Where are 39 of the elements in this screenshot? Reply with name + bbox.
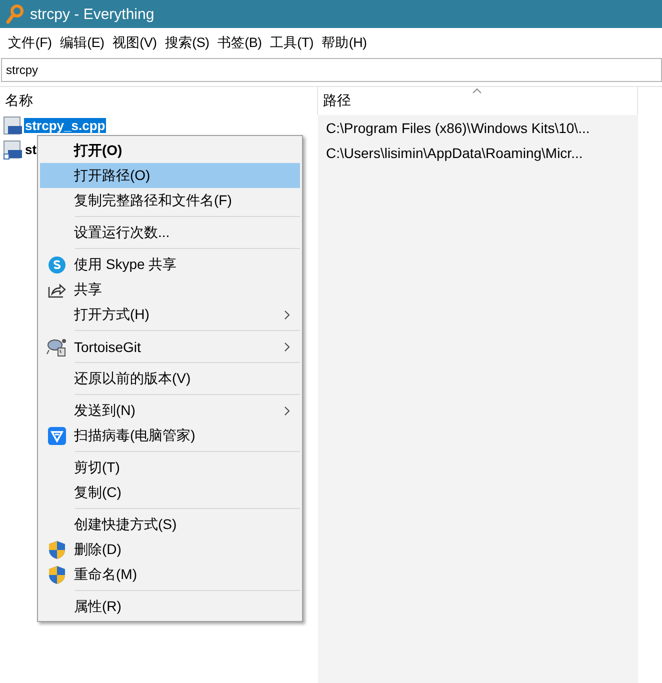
context-menu-item[interactable]: 打开方式(H) xyxy=(40,302,300,327)
magnifier-icon xyxy=(6,4,24,24)
context-menu-item[interactable]: 发送到(N) xyxy=(40,398,300,423)
path-cell-text: C:\Users\lisimin\AppData\Roaming\Micr... xyxy=(325,144,584,163)
context-menu-item[interactable]: 剪切(T) xyxy=(40,455,300,480)
file-icon xyxy=(3,116,23,136)
window-title: strcpy - Everything xyxy=(30,6,154,22)
context-menu-item[interactable]: 使用 Skype 共享 xyxy=(40,252,300,277)
file-name[interactable]: strcpy_s.cpp xyxy=(24,118,106,133)
context-menu-item[interactable]: 设置运行次数... xyxy=(40,220,300,245)
context-menu-item[interactable]: 创建快捷方式(S) xyxy=(40,512,300,537)
menu-item[interactable]: 视图(V) xyxy=(108,34,161,52)
menu-item[interactable]: 编辑(E) xyxy=(56,34,108,52)
context-menu-item[interactable]: 扫描病毒(电脑管家) xyxy=(40,423,300,448)
context-menu-item[interactable]: 复制完整路径和文件名(F) xyxy=(40,188,300,213)
menu-item[interactable]: 书签(B) xyxy=(213,34,266,52)
file-name[interactable]: st xyxy=(24,142,38,157)
context-menu-item[interactable]: 属性(R) xyxy=(40,594,300,619)
uac-shield-icon xyxy=(48,540,66,560)
shield-icon xyxy=(48,426,66,444)
path-cell-text: C:\Program Files (x86)\Windows Kits\10\... xyxy=(325,118,591,138)
share-icon xyxy=(48,282,66,298)
menu-item[interactable]: 搜索(S) xyxy=(160,34,214,52)
column-header[interactable]: 路径 xyxy=(318,87,638,115)
uac-shield-icon xyxy=(48,564,66,584)
context-menu-item[interactable]: 重命名(M) xyxy=(40,562,300,587)
file-icon xyxy=(3,140,23,160)
context-menu-item[interactable]: 打开路径(O) xyxy=(40,163,300,188)
menu-item[interactable]: 文件(F) xyxy=(4,34,56,52)
context-menu-item[interactable]: 还原以前的版本(V) xyxy=(40,366,300,391)
context-menu-item[interactable]: 打开(O) xyxy=(40,138,300,163)
context-menu-item[interactable]: 复制(C) xyxy=(40,480,300,505)
menu-item[interactable]: 帮助(H) xyxy=(318,34,371,52)
context-menu-item[interactable]: TortoiseGit xyxy=(40,334,300,359)
skype-icon xyxy=(48,256,66,274)
menu-item[interactable]: 工具(T) xyxy=(266,34,318,52)
context-menu-item[interactable]: 共享 xyxy=(40,277,300,302)
context-menu-item[interactable]: 删除(D) xyxy=(40,537,300,562)
search-field[interactable]: strcpy xyxy=(1,58,662,82)
